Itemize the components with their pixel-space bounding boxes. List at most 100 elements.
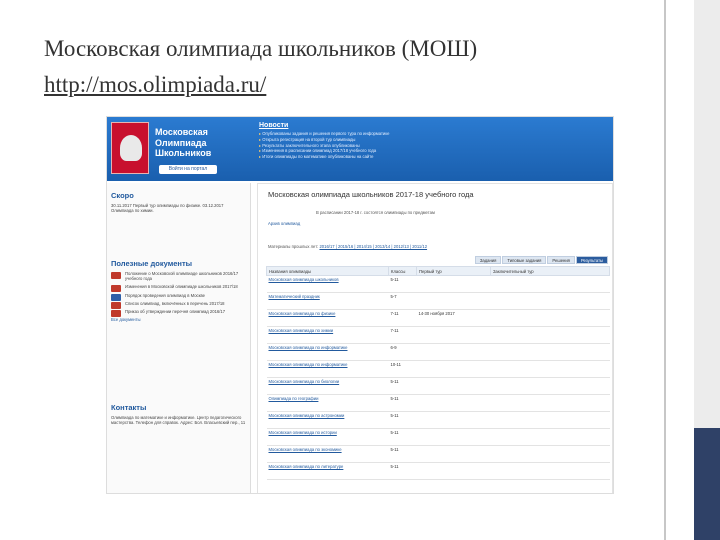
doc-label: Порядок проведения олимпиад в Москве	[125, 292, 205, 298]
pdf-icon	[111, 310, 121, 318]
table-cell	[490, 411, 610, 429]
table-cell	[490, 445, 610, 463]
news-item[interactable]: Опубликованы задания и решения первого т…	[259, 131, 389, 137]
table-row: Московская олимпиада по литературе 5-11	[266, 462, 610, 480]
table-cell	[490, 428, 610, 446]
login-button[interactable]: Войти на портал	[159, 165, 217, 174]
table-cell: 7-11	[388, 309, 417, 327]
slide-link[interactable]: http://mos.olimpiada.ru/	[44, 72, 266, 98]
table-cell: 5-7	[388, 292, 417, 310]
table-cell	[490, 462, 610, 480]
news-block: Новости Опубликованы задания и решения п…	[259, 122, 389, 160]
site-header: Московская Олимпиада Школьников Войти на…	[107, 117, 613, 181]
tab-results[interactable]: Результаты	[575, 256, 608, 264]
sidebar: Скоро 30.11.2017 Первый тур олимпиады по…	[107, 183, 251, 493]
olympiad-name-cell[interactable]: Московская олимпиада по информатике	[266, 360, 389, 378]
doc-item[interactable]: Список олимпиад, включённых в перечень 2…	[111, 300, 247, 309]
docs-title: Полезные документы	[111, 259, 193, 268]
table-body: Московская олимпиада школьников 5-11 Матем…	[266, 275, 610, 480]
table-row: Московская олимпиада по истории 5-11	[266, 428, 610, 446]
soon-text: 30.11.2017 Первый тур олимпиады по физик…	[111, 203, 224, 214]
archive-link[interactable]: Архив олимпиад	[268, 221, 300, 226]
column-header: Классы	[388, 266, 417, 276]
table-row: Московская олимпиада школьников 5-11	[266, 275, 610, 293]
table-cell: 5-11	[388, 411, 417, 429]
olympiad-name-cell[interactable]: Московская олимпиада по информатике	[266, 343, 389, 361]
table-cell	[490, 326, 610, 344]
table-row: Математический праздник 5-7	[266, 292, 610, 310]
table-cell	[490, 394, 610, 412]
contacts-text: Олимпиада по математике и информатике. Ц…	[111, 415, 246, 426]
table-cell: 10-11	[388, 360, 417, 378]
document-icon	[111, 293, 121, 301]
materials-row: Материалы прошлых лет: 2016/17 | 2015/16…	[268, 244, 427, 249]
doc-label: Список олимпиад, включённых в перечень 2…	[125, 300, 225, 306]
slide-divider-line	[664, 0, 666, 540]
brand-line: Олимпиада	[155, 137, 207, 148]
contacts-section: Контакты Олимпиада по математике и инфор…	[111, 403, 247, 425]
materials-label: Материалы прошлых лет:	[268, 244, 319, 249]
olympiad-table: Названия олимпиады Классы Первый тур Зак…	[266, 266, 610, 480]
contacts-title: Контакты	[111, 403, 147, 412]
doc-label: Положение о Московской олимпиаде школьни…	[125, 271, 239, 282]
docs-section: Полезные документы Положение о Московско…	[111, 259, 247, 322]
table-cell: 14-30 ноября 2017	[416, 309, 491, 327]
pdf-icon	[111, 285, 121, 293]
main-content: Московская олимпиада школьников 2017-18 …	[257, 183, 613, 493]
olympiad-name-cell[interactable]: Московская олимпиада по истории	[266, 428, 389, 446]
main-subtitle: В расписании 2017-18 г. состоятся олимпи…	[316, 210, 435, 215]
table-cell	[490, 309, 610, 327]
table-cell	[416, 394, 491, 412]
slide-title: Московская олимпиада школьников (МОШ)	[44, 36, 478, 61]
table-cell	[416, 360, 491, 378]
table-row: Московская олимпиада по биологии 5-11	[266, 377, 610, 395]
table-cell: 5-11	[388, 428, 417, 446]
pdf-icon	[111, 272, 121, 279]
table-cell	[490, 377, 610, 395]
all-docs-link[interactable]: Все документы	[111, 317, 247, 322]
moscow-coat-of-arms-icon[interactable]	[111, 122, 149, 174]
olympiad-name-cell[interactable]: Математический праздник	[266, 292, 389, 310]
news-item[interactable]: Итоги олимпиады по математике опубликова…	[259, 154, 389, 160]
table-cell: 6-9	[388, 343, 417, 361]
olympiad-name-cell[interactable]: Олимпиада по географии	[266, 394, 389, 412]
table-row: Московская олимпиада по информатике 6-9	[266, 343, 610, 361]
pdf-icon	[111, 301, 121, 309]
tab-tasks[interactable]: Задания	[474, 256, 502, 264]
news-title[interactable]: Новости	[259, 122, 389, 129]
olympiad-name-cell[interactable]: Московская олимпиада школьников	[266, 275, 389, 293]
column-header: Заключительный тур	[490, 266, 610, 276]
website-screenshot: Московская Олимпиада Школьников Войти на…	[106, 116, 614, 494]
site-brand[interactable]: Московская Олимпиада Школьников	[155, 127, 211, 159]
materials-links[interactable]: 2016/17 | 2015/16 | 2014/15 | 2013/14 | …	[319, 244, 427, 249]
table-cell	[416, 377, 491, 395]
doc-item[interactable]: Порядок проведения олимпиад в Москве	[111, 292, 247, 301]
olympiad-name-cell[interactable]: Московская олимпиада по физике	[266, 309, 389, 327]
doc-item[interactable]: Приказ об утверждении перечня олимпиад 2…	[111, 309, 247, 318]
table-row: Московская олимпиада по информатике 10-11	[266, 360, 610, 378]
table-row: Московская олимпиада по физике 7-11 14-30 …	[266, 309, 610, 327]
table-cell: 5-11	[388, 394, 417, 412]
doc-item[interactable]: Положение о Московской олимпиаде школьни…	[111, 271, 247, 281]
table-cell	[416, 445, 491, 463]
tab-typical-tasks[interactable]: Типовые задания	[502, 256, 547, 264]
olympiad-name-cell[interactable]: Московская олимпиада по химии	[266, 326, 389, 344]
table-row: Московская олимпиада по экономике 5-11	[266, 445, 610, 463]
olympiad-name-cell[interactable]: Московская олимпиада по литературе	[266, 462, 389, 480]
table-header-row: Названия олимпиады Классы Первый тур Зак…	[266, 266, 610, 276]
doc-item[interactable]: Изменения в Московской олимпиаде школьни…	[111, 284, 247, 293]
table-row: Олимпиада по географии 5-11	[266, 394, 610, 412]
table-cell	[416, 275, 491, 293]
tab-solutions[interactable]: Решения	[547, 256, 575, 264]
table-cell	[416, 292, 491, 310]
olympiad-name-cell[interactable]: Московская олимпиада по биологии	[266, 377, 389, 395]
slide-side-accent	[694, 428, 720, 540]
table-cell	[490, 343, 610, 361]
soon-title: Скоро	[111, 191, 134, 200]
table-cell	[416, 326, 491, 344]
table-cell	[490, 275, 610, 293]
table-cell: 5-11	[388, 377, 417, 395]
olympiad-name-cell[interactable]: Московская олимпиада по экономике	[266, 445, 389, 463]
olympiad-name-cell[interactable]: Московская олимпиада по астрономии	[266, 411, 389, 429]
table-cell	[416, 462, 491, 480]
